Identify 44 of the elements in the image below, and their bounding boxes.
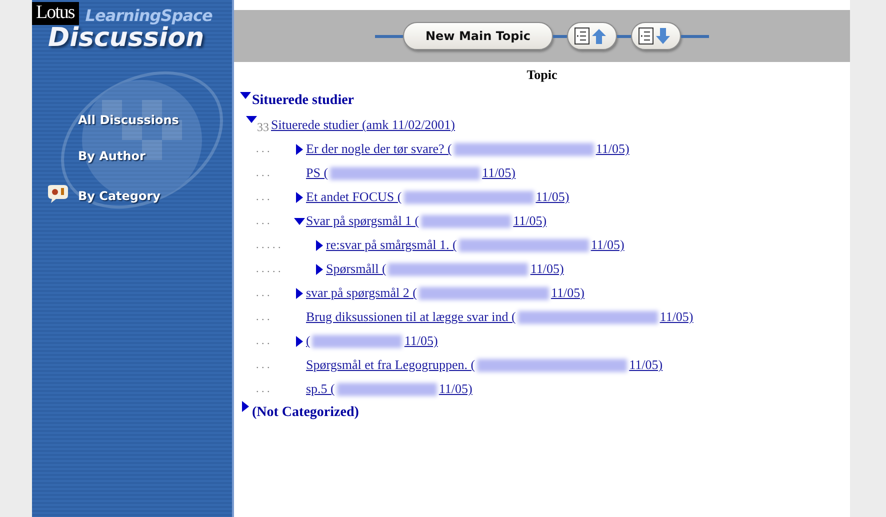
- nav-link[interactable]: By Author: [46, 149, 232, 163]
- twisty-icon[interactable]: [314, 240, 325, 250]
- tree-leader: . . .: [256, 191, 271, 203]
- collapse-button[interactable]: [567, 22, 618, 50]
- tree-leader: . . . . .: [256, 239, 282, 251]
- twisty-icon[interactable]: [294, 336, 305, 346]
- product-name: LearningSpace: [85, 6, 212, 25]
- topic-link[interactable]: Spørgsmål et fra Legogruppen. ( 11/05): [306, 357, 663, 373]
- topic-link[interactable]: Svar på spørgsmål 1 ( 11/05): [306, 213, 547, 229]
- tree-leader: . . .: [256, 383, 271, 395]
- category-title[interactable]: Situerede studier: [252, 93, 354, 109]
- tree-leader: . . . . .: [256, 263, 282, 275]
- twisty-icon[interactable]: [294, 288, 305, 298]
- topic-link[interactable]: Brug diksussionen til at lægge svar ind ( 11/05): [306, 309, 694, 325]
- twisty-icon[interactable]: [314, 264, 325, 274]
- tree-leader: . . .: [256, 359, 271, 371]
- nav-link[interactable]: By Category: [46, 185, 232, 206]
- twisty-icon[interactable]: [240, 401, 251, 412]
- tree-leader: . . .: [256, 311, 271, 323]
- topic-link[interactable]: Er der nogle der tør svare? ( 11/05): [306, 141, 630, 157]
- expand-button[interactable]: [631, 22, 682, 50]
- topic-link[interactable]: Et andet FOCUS ( 11/05): [306, 189, 570, 205]
- new-topic-button[interactable]: New Main Topic: [402, 22, 554, 50]
- twisty-icon[interactable]: [294, 192, 305, 202]
- tree-leader: . . .: [256, 143, 271, 155]
- reply-count: 33: [257, 120, 269, 134]
- column-header: Topic: [526, 66, 558, 84]
- brand-logo: Lotus: [32, 2, 80, 25]
- topic-link[interactable]: sp.5 ( 11/05): [306, 381, 472, 397]
- category-title[interactable]: (Not Categorized): [252, 405, 359, 421]
- topic-link[interactable]: ( 11/05): [306, 333, 438, 349]
- twisty-icon[interactable]: [294, 144, 305, 154]
- tree-leader: . . .: [256, 215, 271, 227]
- nav-link[interactable]: All Discussions: [46, 113, 232, 127]
- tree-leader: . . .: [256, 167, 271, 179]
- app-title: Discussion: [47, 23, 204, 53]
- tree-leader: . . .: [256, 287, 271, 299]
- topic-link[interactable]: Spørsmåll ( 11/05): [326, 261, 564, 277]
- twisty-icon[interactable]: [294, 216, 305, 228]
- topic-link[interactable]: Situerede studier (amk 11/02/2001): [271, 117, 456, 133]
- tree-leader: . . .: [256, 335, 271, 347]
- topic-link[interactable]: re:svar på smårgsmål 1. ( 11/05): [326, 237, 624, 253]
- topic-link[interactable]: svar på spørgsmål 2 ( 11/05): [306, 285, 584, 301]
- topic-link[interactable]: PS ( 11/05): [306, 165, 516, 181]
